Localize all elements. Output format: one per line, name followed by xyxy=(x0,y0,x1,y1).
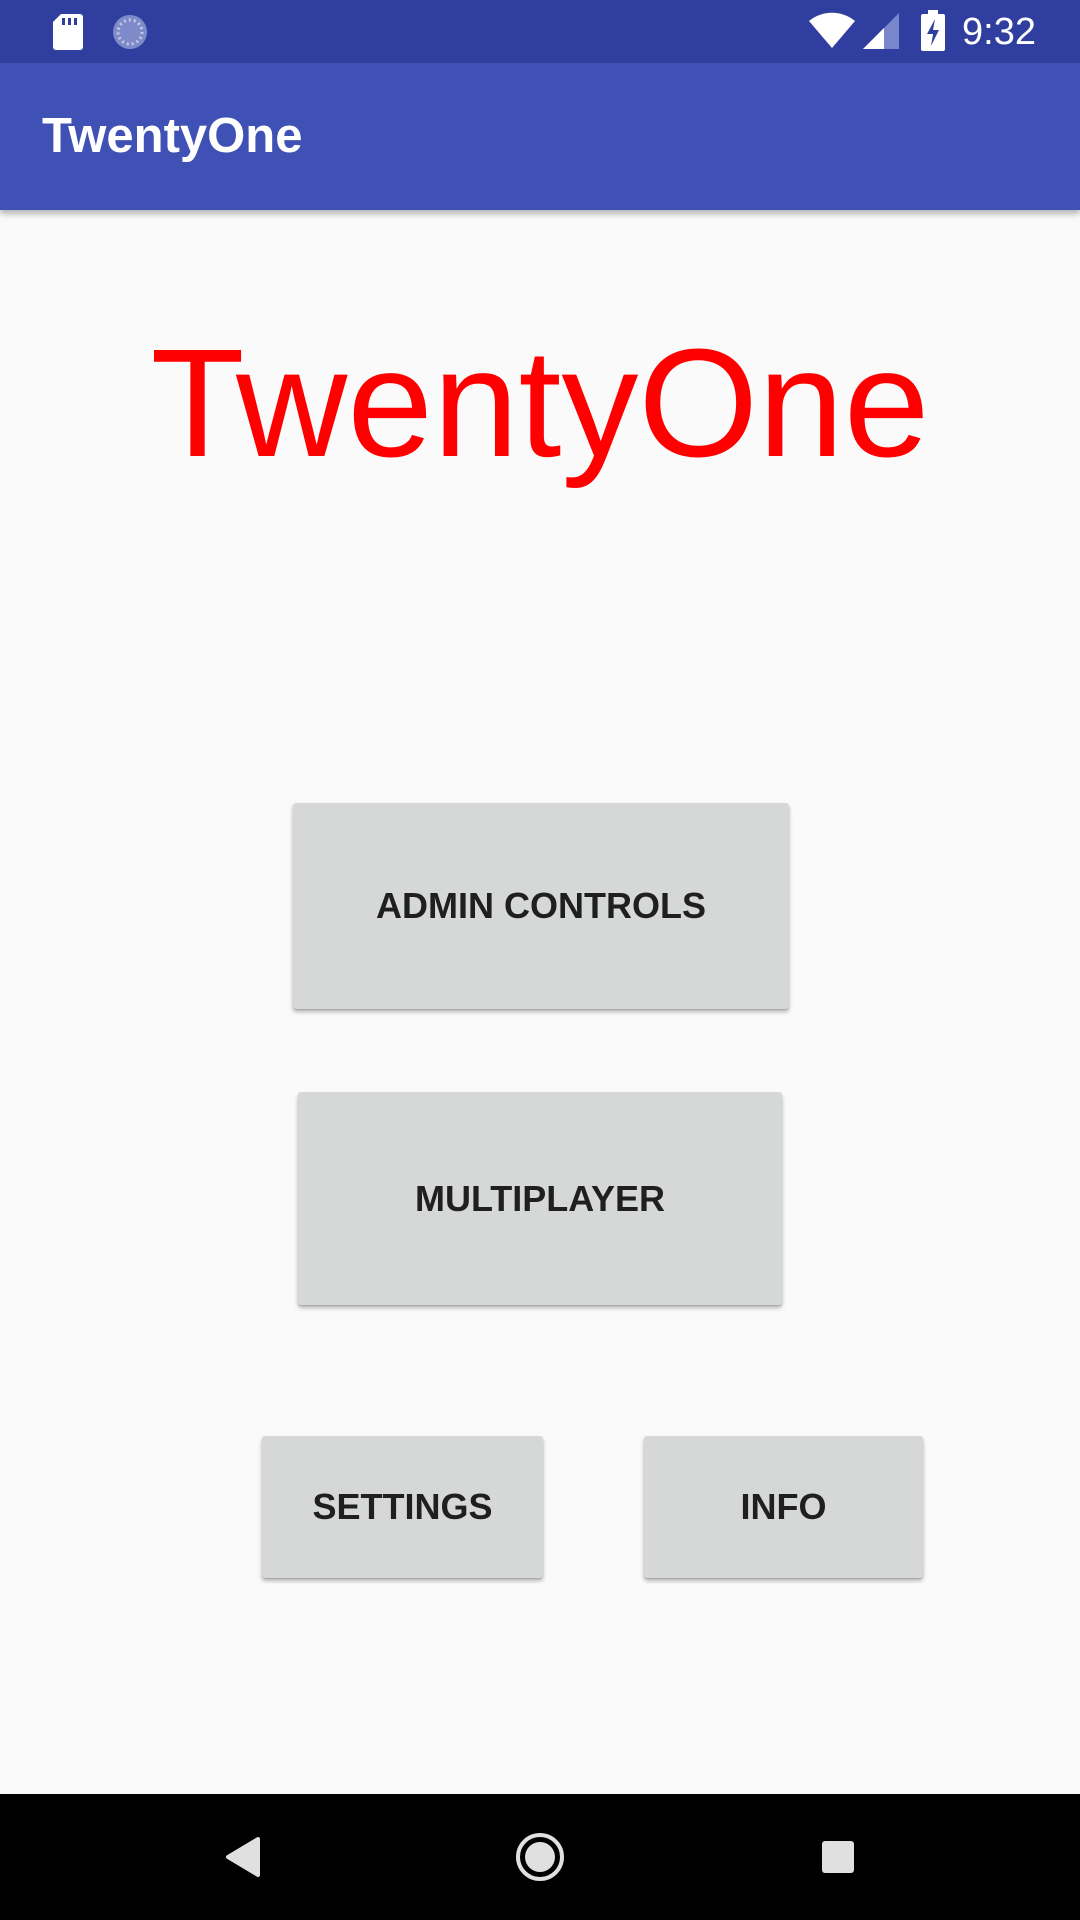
recents-icon xyxy=(822,1841,854,1873)
app-bar: TwentyOne xyxy=(0,63,1080,210)
cell-signal-icon xyxy=(863,13,899,49)
multiplayer-button[interactable]: MULTIPLAYER xyxy=(298,1092,782,1305)
home-icon xyxy=(516,1833,564,1881)
admin-controls-button[interactable]: ADMIN CONTROLS xyxy=(293,803,789,1009)
wifi-icon xyxy=(809,12,855,48)
back-button[interactable] xyxy=(172,1794,312,1920)
sync-icon xyxy=(113,15,147,49)
clock: 9:32 xyxy=(962,11,1036,53)
home-button[interactable] xyxy=(470,1794,610,1920)
recents-button[interactable] xyxy=(768,1794,908,1920)
info-button[interactable]: INFO xyxy=(644,1436,923,1578)
back-icon xyxy=(226,1837,260,1877)
sd-card-icon xyxy=(53,14,83,50)
page-title: TwentyOne xyxy=(150,317,930,489)
settings-button[interactable]: SETTINGS xyxy=(262,1436,543,1578)
app-bar-title: TwentyOne xyxy=(42,109,303,163)
status-bar: 9:32 xyxy=(0,0,1080,63)
navigation-bar xyxy=(0,1794,1080,1920)
battery-charging-icon xyxy=(921,10,945,51)
